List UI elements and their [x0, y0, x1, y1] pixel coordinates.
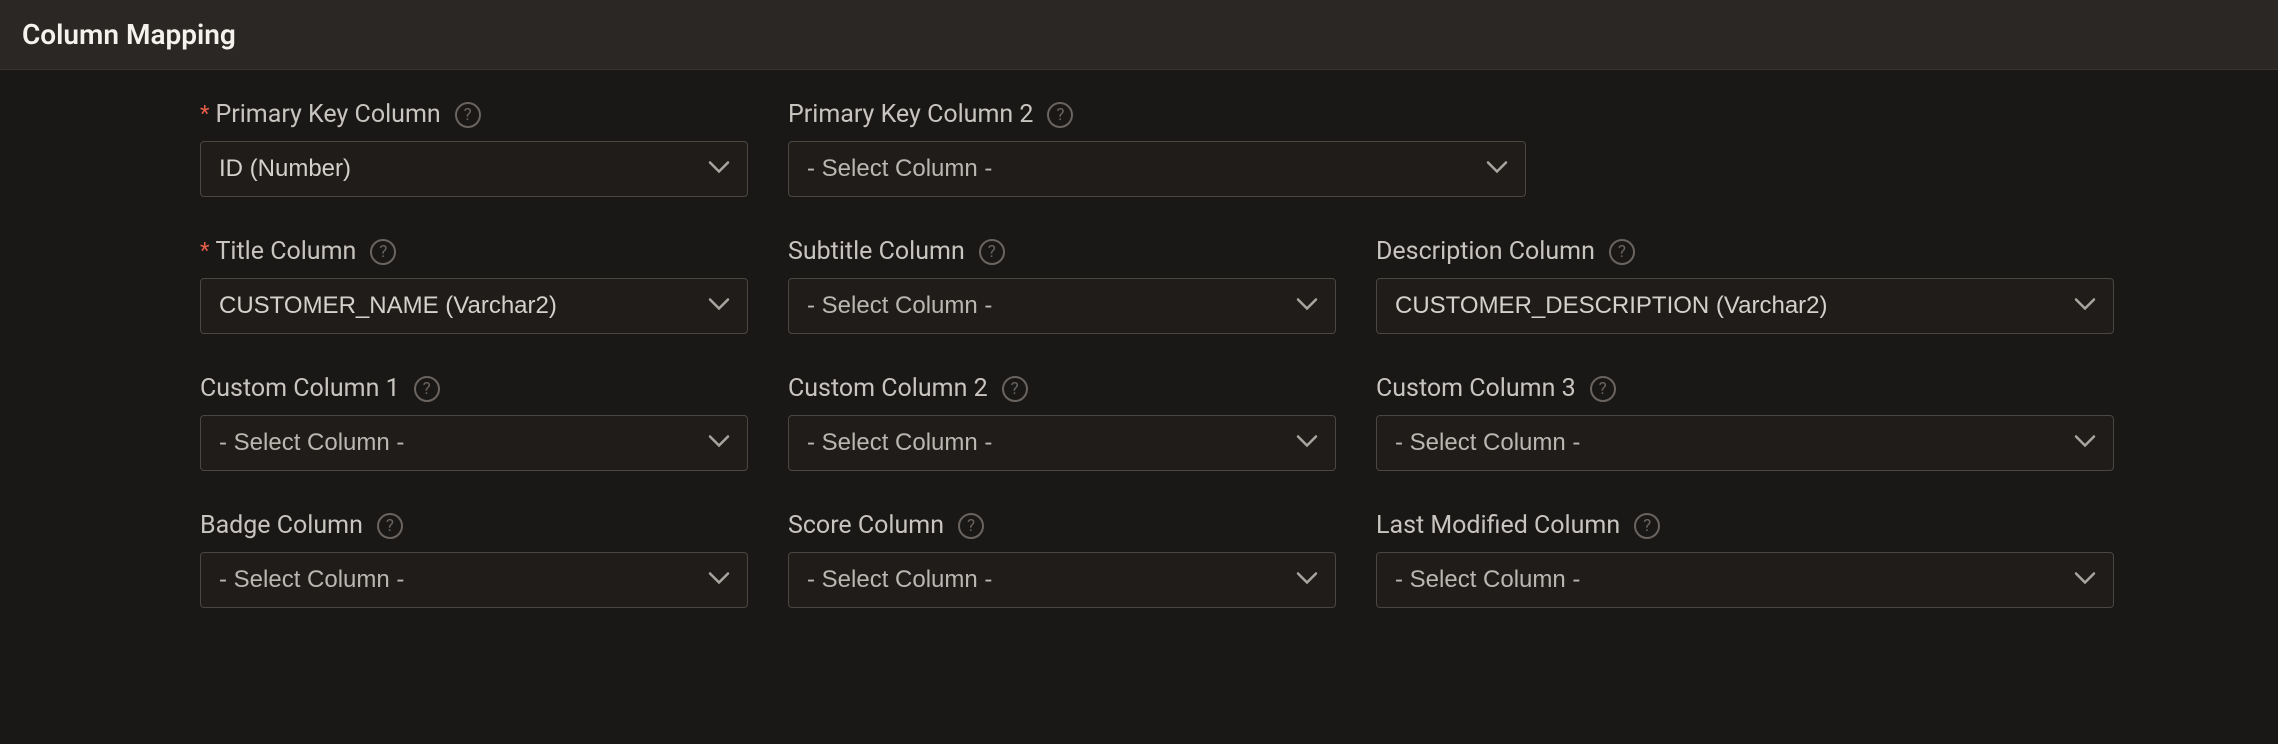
- form-row: * Primary Key Column ? ID (Number) Prima…: [200, 100, 2078, 197]
- custom-column-1-select[interactable]: - Select Column -: [200, 415, 748, 471]
- form-content: * Primary Key Column ? ID (Number) Prima…: [0, 70, 2278, 678]
- badge-column-select[interactable]: - Select Column -: [200, 552, 748, 608]
- description-column-field: Description Column ? CUSTOMER_DESCRIPTIO…: [1376, 237, 2114, 334]
- label-row: Primary Key Column 2 ?: [788, 100, 1526, 129]
- field-label: Custom Column 3: [1376, 374, 1576, 403]
- score-column-select[interactable]: - Select Column -: [788, 552, 1336, 608]
- field-label: Subtitle Column: [788, 237, 965, 266]
- custom-column-2-field: Custom Column 2 ? - Select Column -: [788, 374, 1336, 471]
- help-icon[interactable]: ?: [1590, 376, 1616, 402]
- select-wrapper: CUSTOMER_NAME (Varchar2): [200, 278, 748, 334]
- help-icon[interactable]: ?: [414, 376, 440, 402]
- field-label: Score Column: [788, 511, 944, 540]
- title-column-field: * Title Column ? CUSTOMER_NAME (Varchar2…: [200, 237, 748, 334]
- primary-key-select[interactable]: ID (Number): [200, 141, 748, 197]
- select-wrapper: - Select Column -: [200, 552, 748, 608]
- required-indicator: *: [200, 104, 209, 126]
- help-icon[interactable]: ?: [1002, 376, 1028, 402]
- help-icon[interactable]: ?: [1047, 102, 1073, 128]
- primary-key-2-field: Primary Key Column 2 ? - Select Column -: [788, 100, 1526, 197]
- help-icon[interactable]: ?: [979, 239, 1005, 265]
- field-label: Badge Column: [200, 511, 363, 540]
- label-row: Description Column ?: [1376, 237, 2114, 266]
- last-modified-column-select[interactable]: - Select Column -: [1376, 552, 2114, 608]
- label-row: Subtitle Column ?: [788, 237, 1336, 266]
- select-wrapper: - Select Column -: [788, 141, 1526, 197]
- form-row: Badge Column ? - Select Column - Score C…: [200, 511, 2078, 608]
- select-wrapper: - Select Column -: [1376, 415, 2114, 471]
- help-icon[interactable]: ?: [455, 102, 481, 128]
- help-icon[interactable]: ?: [370, 239, 396, 265]
- select-wrapper: - Select Column -: [200, 415, 748, 471]
- select-wrapper: - Select Column -: [788, 278, 1336, 334]
- label-row: Badge Column ?: [200, 511, 748, 540]
- custom-column-3-select[interactable]: - Select Column -: [1376, 415, 2114, 471]
- select-wrapper: - Select Column -: [788, 415, 1336, 471]
- select-wrapper: - Select Column -: [1376, 552, 2114, 608]
- field-label: Title Column: [215, 237, 356, 266]
- label-row: Score Column ?: [788, 511, 1336, 540]
- label-row: Last Modified Column ?: [1376, 511, 2114, 540]
- required-indicator: *: [200, 241, 209, 263]
- section-title: Column Mapping: [22, 18, 2256, 51]
- primary-key-2-select[interactable]: - Select Column -: [788, 141, 1526, 197]
- select-wrapper: - Select Column -: [788, 552, 1336, 608]
- label-row: Custom Column 1 ?: [200, 374, 748, 403]
- score-column-field: Score Column ? - Select Column -: [788, 511, 1336, 608]
- title-column-select[interactable]: CUSTOMER_NAME (Varchar2): [200, 278, 748, 334]
- help-icon[interactable]: ?: [1609, 239, 1635, 265]
- form-row: Custom Column 1 ? - Select Column - Cust…: [200, 374, 2078, 471]
- custom-column-1-field: Custom Column 1 ? - Select Column -: [200, 374, 748, 471]
- primary-key-field: * Primary Key Column ? ID (Number): [200, 100, 748, 197]
- field-label: Description Column: [1376, 237, 1595, 266]
- field-label: Primary Key Column 2: [788, 100, 1033, 129]
- custom-column-3-field: Custom Column 3 ? - Select Column -: [1376, 374, 2114, 471]
- help-icon[interactable]: ?: [1634, 513, 1660, 539]
- form-row: * Title Column ? CUSTOMER_NAME (Varchar2…: [200, 237, 2078, 334]
- section-header: Column Mapping: [0, 0, 2278, 70]
- field-label: Last Modified Column: [1376, 511, 1620, 540]
- select-wrapper: CUSTOMER_DESCRIPTION (Varchar2): [1376, 278, 2114, 334]
- field-label: Custom Column 1: [200, 374, 400, 403]
- custom-column-2-select[interactable]: - Select Column -: [788, 415, 1336, 471]
- description-column-select[interactable]: CUSTOMER_DESCRIPTION (Varchar2): [1376, 278, 2114, 334]
- subtitle-column-field: Subtitle Column ? - Select Column -: [788, 237, 1336, 334]
- help-icon[interactable]: ?: [958, 513, 984, 539]
- label-row: * Primary Key Column ?: [200, 100, 748, 129]
- field-label: Primary Key Column: [215, 100, 440, 129]
- label-row: * Title Column ?: [200, 237, 748, 266]
- help-icon[interactable]: ?: [377, 513, 403, 539]
- label-row: Custom Column 3 ?: [1376, 374, 2114, 403]
- label-row: Custom Column 2 ?: [788, 374, 1336, 403]
- field-label: Custom Column 2: [788, 374, 988, 403]
- last-modified-column-field: Last Modified Column ? - Select Column -: [1376, 511, 2114, 608]
- badge-column-field: Badge Column ? - Select Column -: [200, 511, 748, 608]
- select-wrapper: ID (Number): [200, 141, 748, 197]
- subtitle-column-select[interactable]: - Select Column -: [788, 278, 1336, 334]
